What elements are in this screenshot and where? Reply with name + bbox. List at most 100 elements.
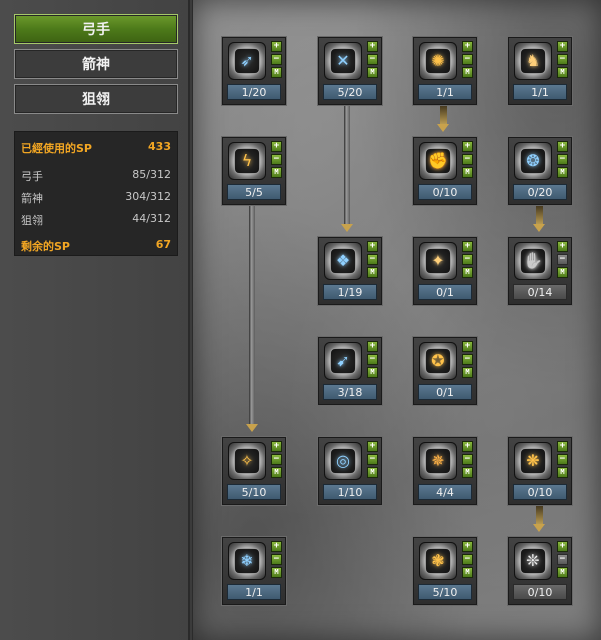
- skill-slot-s18[interactable]: ❃ + − M 5/10: [413, 537, 477, 605]
- golden-dart-icon[interactable]: ✧: [228, 442, 266, 480]
- white-eagle-icon[interactable]: ❊: [514, 542, 552, 580]
- skill-max-button[interactable]: M: [367, 267, 378, 278]
- skill-plus-button[interactable]: +: [367, 241, 378, 252]
- skill-slot-s17[interactable]: ❄ + − M 1/1: [222, 537, 286, 605]
- skill-plus-button[interactable]: +: [557, 441, 568, 452]
- skill-max-button[interactable]: M: [557, 567, 568, 578]
- skill-plus-button[interactable]: +: [462, 241, 473, 252]
- skill-slot-s2[interactable]: ✕ + − M 5/20: [318, 37, 382, 105]
- lightning-arrow-icon[interactable]: ϟ: [228, 142, 266, 180]
- skill-minus-button[interactable]: −: [557, 54, 568, 65]
- skill-plus-button[interactable]: +: [462, 441, 473, 452]
- skill-max-button[interactable]: M: [462, 367, 473, 378]
- skill-max-button[interactable]: M: [557, 67, 568, 78]
- skill-slot-s7[interactable]: ❂ + − M 0/20: [508, 137, 572, 205]
- skill-slot-s13[interactable]: ✧ + − M 5/10: [222, 437, 286, 505]
- skill-plus-button[interactable]: +: [271, 141, 282, 152]
- skill-plus-button[interactable]: +: [462, 41, 473, 52]
- water-drop-icon[interactable]: ❂: [514, 142, 552, 180]
- skill-max-button[interactable]: M: [462, 467, 473, 478]
- skill-minus-button[interactable]: −: [367, 254, 378, 265]
- grey-fist-icon[interactable]: ✋: [514, 242, 552, 280]
- skill-slot-s14[interactable]: ◎ + − M 1/10: [318, 437, 382, 505]
- skill-slot-s15[interactable]: ✵ + − M 4/4: [413, 437, 477, 505]
- skill-minus-button[interactable]: −: [271, 154, 282, 165]
- skill-minus-button[interactable]: −: [462, 554, 473, 565]
- golden-figure-icon[interactable]: ✦: [419, 242, 457, 280]
- twin-arrow-icon[interactable]: ➶: [228, 42, 266, 80]
- fire-eagle-icon[interactable]: ❋: [514, 442, 552, 480]
- skill-max-button[interactable]: M: [271, 67, 282, 78]
- skill-plus-button[interactable]: +: [367, 41, 378, 52]
- skill-plus-button[interactable]: +: [557, 141, 568, 152]
- skill-slot-s4[interactable]: ♞ + − M 1/1: [508, 37, 572, 105]
- connector-arrow: [341, 224, 353, 232]
- skill-minus-button[interactable]: −: [462, 54, 473, 65]
- skill-plus-button[interactable]: +: [367, 341, 378, 352]
- fire-kick-icon[interactable]: ✪: [419, 342, 457, 380]
- skill-max-button[interactable]: M: [271, 167, 282, 178]
- skill-max-button[interactable]: M: [271, 467, 282, 478]
- skill-minus-button[interactable]: −: [367, 454, 378, 465]
- skill-max-button[interactable]: M: [271, 567, 282, 578]
- ice-burst-icon[interactable]: ❄: [228, 542, 266, 580]
- skill-max-button[interactable]: M: [557, 167, 568, 178]
- skill-slot-s19[interactable]: ❊ + − M 0/10: [508, 537, 572, 605]
- skill-slot-s11[interactable]: ➹ + − M 3/18: [318, 337, 382, 405]
- skill-slot-s16[interactable]: ❋ + − M 0/10: [508, 437, 572, 505]
- skill-plus-button[interactable]: +: [462, 541, 473, 552]
- skill-plus-button[interactable]: +: [271, 41, 282, 52]
- skill-minus-button[interactable]: −: [557, 554, 568, 565]
- skill-slot-s12[interactable]: ✪ + − M 0/1: [413, 337, 477, 405]
- skill-plus-button[interactable]: +: [271, 541, 282, 552]
- skill-plus-button[interactable]: +: [462, 141, 473, 152]
- skill-minus-button[interactable]: −: [557, 454, 568, 465]
- skill-slot-s3[interactable]: ✺ + − M 1/1: [413, 37, 477, 105]
- skill-minus-button[interactable]: −: [271, 54, 282, 65]
- fire-phoenix-icon[interactable]: ❃: [419, 542, 457, 580]
- skill-plus-button[interactable]: +: [462, 341, 473, 352]
- skill-slot-s5[interactable]: ϟ + − M 5/5: [222, 137, 286, 205]
- skill-slot-s8[interactable]: ❖ + − M 1/19: [318, 237, 382, 305]
- skill-minus-button[interactable]: −: [367, 354, 378, 365]
- skill-plus-button[interactable]: +: [367, 441, 378, 452]
- tab-archer[interactable]: 弓手: [14, 14, 178, 44]
- skill-minus-button[interactable]: −: [557, 254, 568, 265]
- tree-connector: [536, 204, 543, 224]
- water-swirl-icon[interactable]: ◎: [324, 442, 362, 480]
- fire-fist-icon[interactable]: ✊: [419, 142, 457, 180]
- tab-bow-master[interactable]: 箭神: [14, 49, 178, 79]
- crossed-arrows-icon[interactable]: ✕: [324, 42, 362, 80]
- skill-slot-s6[interactable]: ✊ + − M 0/10: [413, 137, 477, 205]
- skill-max-button[interactable]: M: [462, 567, 473, 578]
- skill-slot-s9[interactable]: ✦ + − M 0/1: [413, 237, 477, 305]
- tab-sniper[interactable]: 狙翎: [14, 84, 178, 114]
- skill-plus-button[interactable]: +: [271, 441, 282, 452]
- skill-slot-s1[interactable]: ➶ + − M 1/20: [222, 37, 286, 105]
- skill-minus-button[interactable]: −: [271, 554, 282, 565]
- skill-minus-button[interactable]: −: [462, 254, 473, 265]
- skill-max-button[interactable]: M: [462, 267, 473, 278]
- skill-max-button[interactable]: M: [367, 367, 378, 378]
- flame-strike-icon[interactable]: ✵: [419, 442, 457, 480]
- skill-max-button[interactable]: M: [557, 467, 568, 478]
- skill-max-button[interactable]: M: [462, 67, 473, 78]
- skill-max-button[interactable]: M: [557, 267, 568, 278]
- skill-plus-button[interactable]: +: [557, 541, 568, 552]
- skill-minus-button[interactable]: −: [462, 154, 473, 165]
- skill-plus-button[interactable]: +: [557, 41, 568, 52]
- skill-minus-button[interactable]: −: [462, 454, 473, 465]
- skill-minus-button[interactable]: −: [462, 354, 473, 365]
- chain-icon[interactable]: ❖: [324, 242, 362, 280]
- skill-minus-button[interactable]: −: [271, 454, 282, 465]
- boot-icon[interactable]: ♞: [514, 42, 552, 80]
- skill-max-button[interactable]: M: [367, 467, 378, 478]
- ice-arrow-icon[interactable]: ➹: [324, 342, 362, 380]
- skill-minus-button[interactable]: −: [557, 154, 568, 165]
- skill-slot-s10[interactable]: ✋ + − M 0/14: [508, 237, 572, 305]
- skill-minus-button[interactable]: −: [367, 54, 378, 65]
- flame-burst-icon[interactable]: ✺: [419, 42, 457, 80]
- skill-max-button[interactable]: M: [367, 67, 378, 78]
- skill-plus-button[interactable]: +: [557, 241, 568, 252]
- skill-max-button[interactable]: M: [462, 167, 473, 178]
